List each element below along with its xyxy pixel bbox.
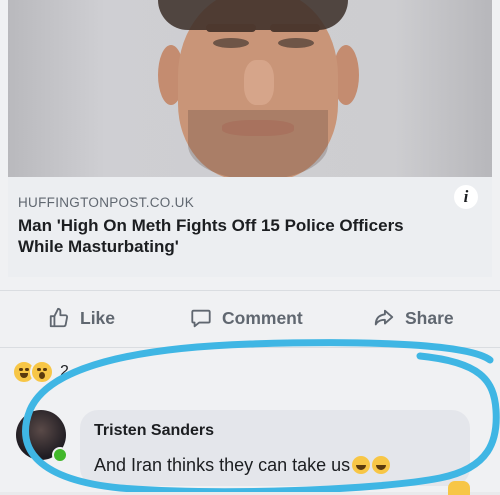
photo-detail	[213, 38, 249, 48]
comment-author[interactable]: Tristen Sanders	[94, 422, 214, 440]
facebook-post: HUFFINGTONPOST.CO.UK Man 'High On Meth F…	[0, 0, 500, 495]
comment-text-row: And Iran thinks they can take us	[94, 455, 391, 476]
comment-bubble-icon	[191, 309, 211, 328]
online-status-dot	[52, 447, 68, 463]
laugh-emoji-icon	[352, 456, 371, 474]
share-label: Share	[405, 307, 454, 328]
link-source: HUFFINGTONPOST.CO.UK	[18, 195, 195, 210]
reaction-count: 2	[60, 363, 69, 380]
like-label: Like	[80, 307, 116, 328]
comment-text: And Iran thinks they can take us	[94, 455, 351, 475]
photo-detail	[244, 60, 274, 105]
comment-button[interactable]: Comment	[190, 307, 303, 329]
photo-detail	[206, 24, 256, 32]
photo-detail	[270, 24, 320, 32]
share-arrow-icon	[374, 309, 394, 326]
photo-detail	[222, 120, 294, 136]
comment-label: Comment	[222, 307, 303, 328]
link-headline[interactable]: Man 'High On Meth Fights Off 15 Police O…	[18, 215, 438, 257]
like-button[interactable]: Like	[48, 307, 115, 329]
link-preview[interactable]: HUFFINGTONPOST.CO.UK Man 'High On Meth F…	[8, 177, 492, 277]
photo-detail	[278, 38, 314, 48]
post-actions-bar: Like Comment Share	[0, 290, 500, 348]
wow-emoji-icon	[30, 360, 54, 384]
share-button[interactable]: Share	[373, 307, 454, 329]
info-icon[interactable]: i	[454, 185, 478, 209]
reaction-summary[interactable]: 2	[12, 360, 69, 384]
thumbs-up-icon	[49, 307, 69, 328]
comment-reaction-icon[interactable]	[448, 481, 470, 495]
comment-bubble: Tristen Sanders And Iran thinks they can…	[80, 410, 470, 486]
laugh-emoji-icon	[372, 456, 391, 474]
article-photo[interactable]	[8, 0, 492, 177]
